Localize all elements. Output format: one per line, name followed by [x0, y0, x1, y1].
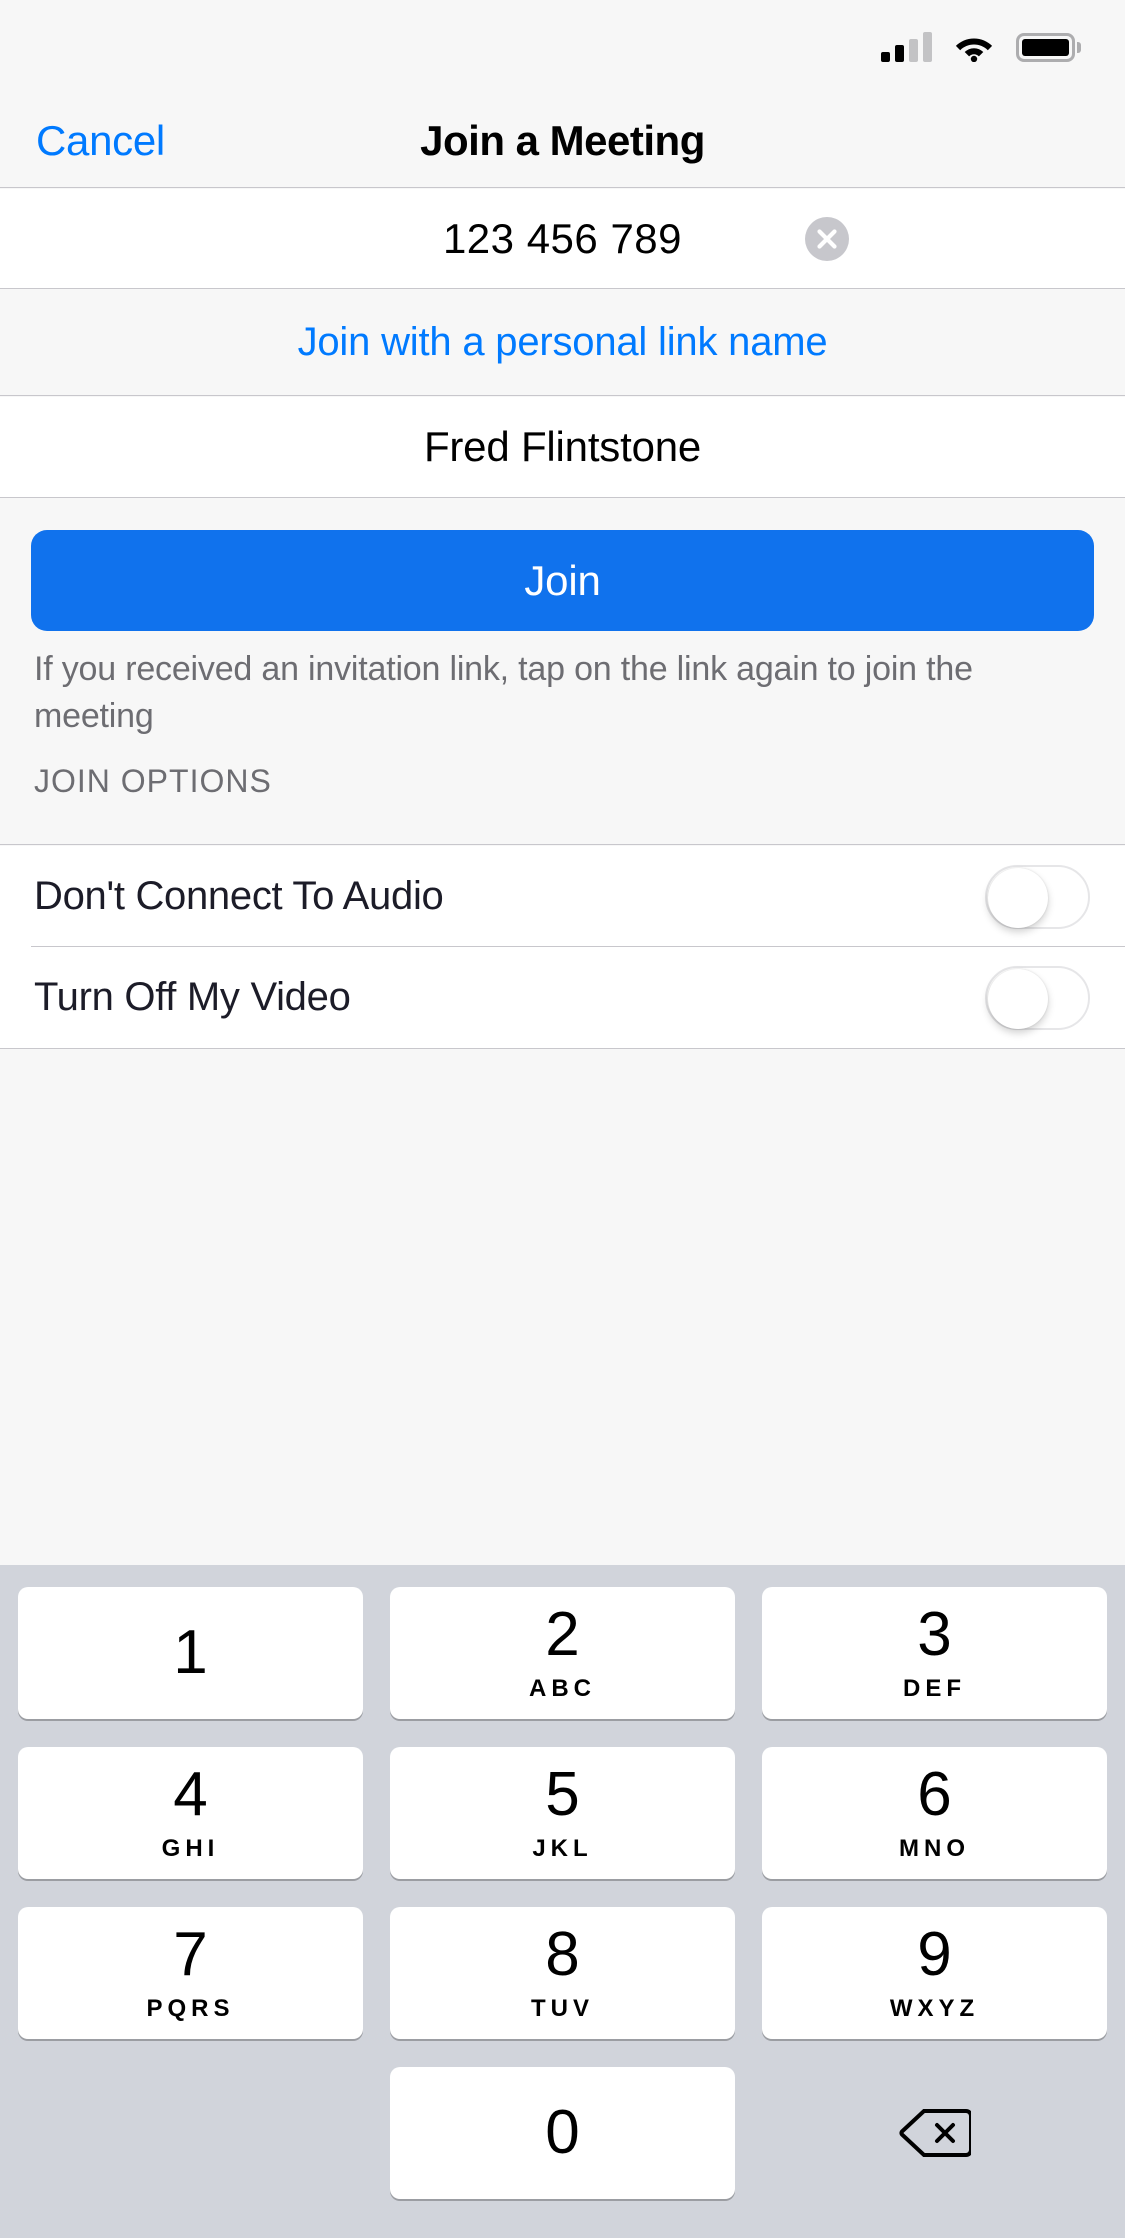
option-row-turn-off-video[interactable]: Turn Off My Video [0, 947, 1125, 1048]
option-row-dont-connect-audio[interactable]: Don't Connect To Audio [0, 846, 1125, 947]
screen-name-row[interactable]: Fred Flintstone [0, 397, 1125, 498]
toggle-knob [988, 968, 1048, 1029]
keypad-key-letters: TUV [531, 1994, 594, 2022]
option-label-turn-off-video: Turn Off My Video [34, 975, 351, 1019]
clear-meeting-id-icon[interactable] [805, 216, 849, 261]
keypad-key-letters: ABC [529, 1674, 596, 1702]
keypad-key-digit: 8 [545, 1919, 580, 1989]
cancel-button[interactable]: Cancel [36, 117, 165, 165]
page-title: Join a Meeting [420, 116, 705, 164]
screen-name-input[interactable]: Fred Flintstone [424, 423, 701, 471]
keypad-key-letters: JKL [532, 1834, 593, 1862]
keypad-key-digit: 5 [545, 1759, 580, 1829]
content-filler [0, 1048, 1125, 1565]
keypad-key-digit: 9 [917, 1919, 952, 1989]
toggle-turn-off-video[interactable] [985, 965, 1090, 1030]
keypad-key-2[interactable]: 2 ABC [390, 1587, 735, 1719]
keypad-key-digit: 1 [173, 1618, 208, 1687]
keypad-key-letters: DEF [903, 1674, 966, 1702]
keypad-key-9[interactable]: 9 WXYZ [762, 1907, 1107, 2039]
keypad-key-6[interactable]: 6 MNO [762, 1747, 1107, 1879]
keypad-key-5[interactable]: 5 JKL [390, 1747, 735, 1879]
toggle-knob [988, 867, 1048, 928]
join-options-header: JOIN OPTIONS [0, 745, 1125, 845]
keypad-key-1[interactable]: 1 [18, 1587, 363, 1719]
keypad-key-4[interactable]: 4 GHI [18, 1747, 363, 1879]
keypad-key-letters: GHI [161, 1834, 220, 1862]
keypad-key-7[interactable]: 7 PQRS [18, 1907, 363, 2039]
keypad-key-8[interactable]: 8 TUV [390, 1907, 735, 2039]
join-section: Join If you received an invitation link,… [0, 499, 1125, 745]
backspace-delete-icon[interactable] [762, 2067, 1107, 2199]
keypad-key-0[interactable]: 0 [390, 2067, 735, 2199]
keypad-key-digit: 6 [917, 1759, 952, 1829]
join-with-personal-link-label[interactable]: Join with a personal link name [298, 320, 828, 365]
status-bar-icons [881, 32, 1081, 63]
meeting-id-input[interactable]: 123 456 789 [443, 215, 682, 263]
keypad-key-digit: 0 [545, 2098, 580, 2167]
keypad-key-letters: PQRS [146, 1994, 235, 2022]
join-meeting-screen: Cancel Join a Meeting 123 456 789 Join w… [0, 0, 1125, 2238]
cellular-signal-icon [881, 32, 932, 62]
join-hint-text: If you received an invitation link, tap … [34, 650, 973, 735]
join-options-header-label: JOIN OPTIONS [34, 763, 272, 799]
keypad-key-letters: WXYZ [889, 1994, 980, 2022]
option-label-dont-connect-audio: Don't Connect To Audio [34, 874, 444, 918]
navigation-bar: Cancel Join a Meeting [0, 94, 1125, 188]
battery-icon [1016, 33, 1081, 62]
keypad-key-letters: MNO [899, 1834, 970, 1862]
join-with-personal-link-row[interactable]: Join with a personal link name [0, 290, 1125, 396]
meeting-id-row[interactable]: 123 456 789 [0, 189, 1125, 289]
status-bar [0, 0, 1125, 94]
keypad-key-digit: 3 [917, 1599, 952, 1669]
keypad-key-digit: 2 [545, 1599, 580, 1669]
wifi-icon [954, 32, 994, 63]
keypad-key-digit: 4 [173, 1759, 208, 1829]
toggle-dont-connect-audio[interactable] [985, 864, 1090, 929]
keypad-key-3[interactable]: 3 DEF [762, 1587, 1107, 1719]
numeric-keypad: 1 2 ABC 3 DEF 4 GHI 5 JKL 6 MNO 7 PQRS 8… [0, 1565, 1125, 2238]
keypad-key-digit: 7 [173, 1919, 208, 1989]
join-button[interactable]: Join [31, 530, 1094, 631]
